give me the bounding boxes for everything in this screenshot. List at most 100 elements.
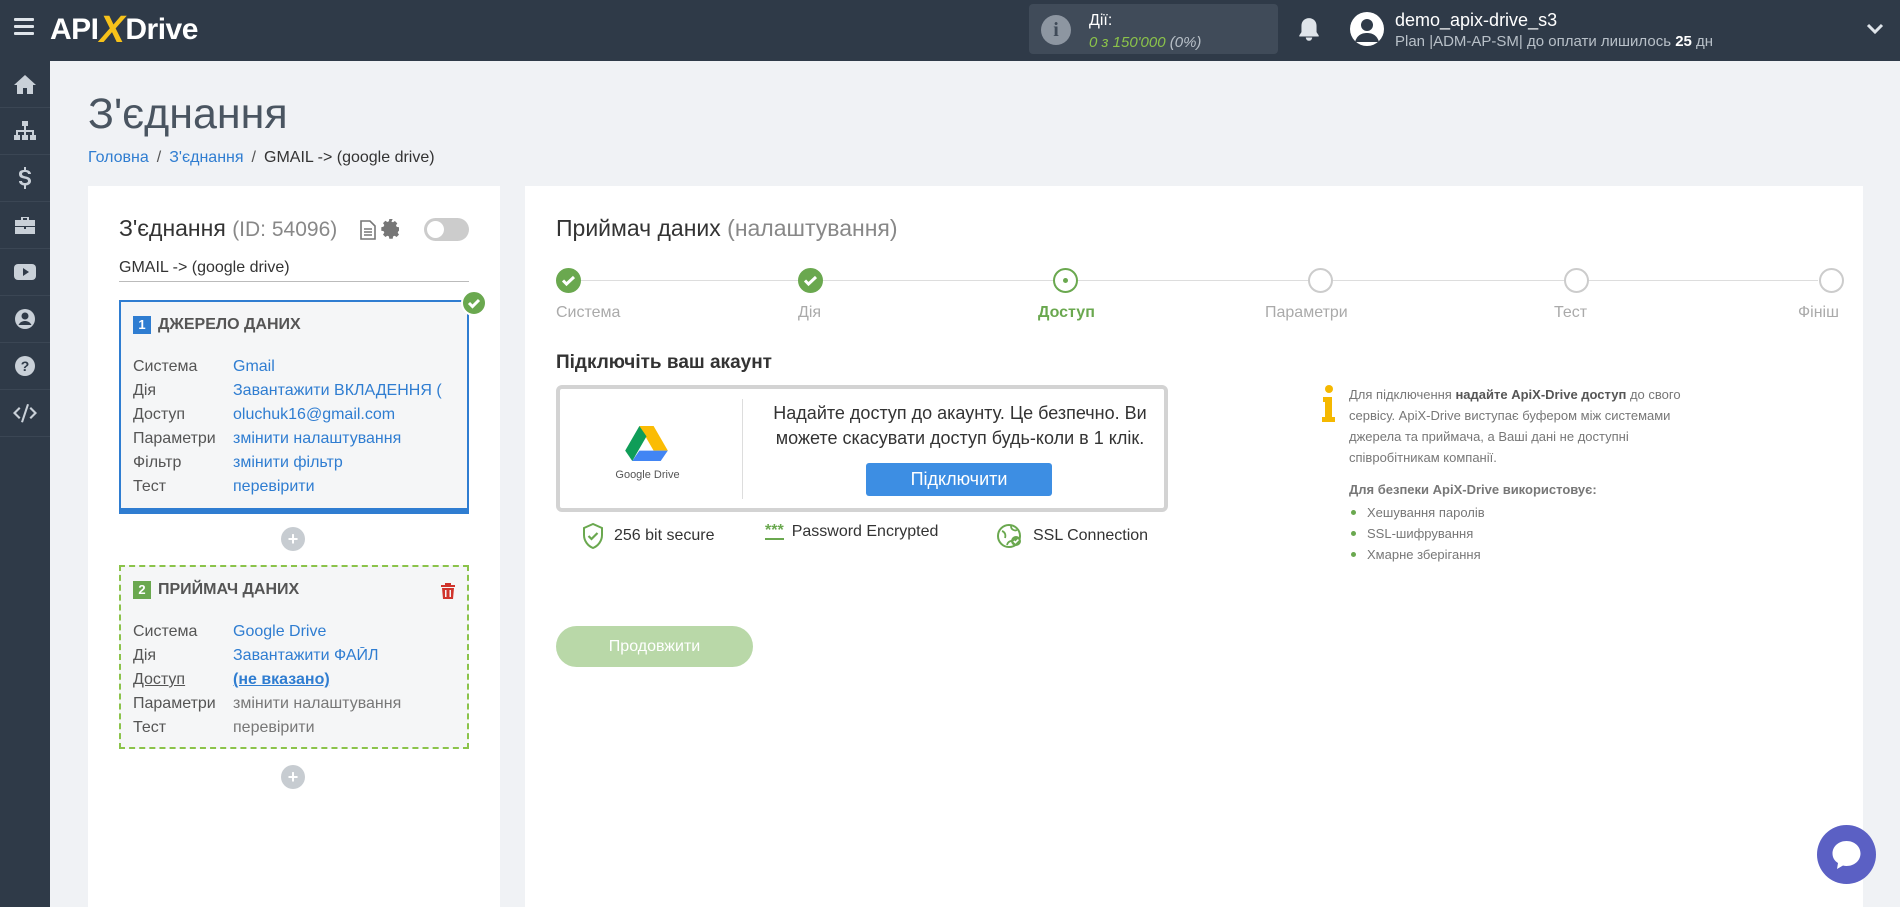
ssl-globe-icon: [997, 524, 1021, 548]
sidebar-item-home[interactable]: [0, 61, 50, 108]
breadcrumb-connections[interactable]: З'єднання: [169, 149, 243, 166]
info-icon: i: [1041, 15, 1071, 45]
logo[interactable]: API X Drive: [50, 8, 198, 51]
actions-counter: i Дії: 0 з 150'000 (0%): [1029, 4, 1278, 54]
source-action-link[interactable]: Завантажити ВКЛАДЕННЯ (: [233, 382, 458, 400]
step-done-icon: [798, 268, 823, 293]
avatar[interactable]: [1350, 12, 1384, 46]
source-filter-link[interactable]: змінити фільтр: [233, 454, 458, 472]
google-drive-icon: [625, 425, 668, 461]
sidebar-item-help[interactable]: ?: [0, 343, 50, 390]
source-heading-text: ДЖЕРЕЛО ДАНИХ: [158, 316, 301, 333]
source-params-link[interactable]: змінити налаштування: [233, 430, 458, 448]
breadcrumb: Головна / З'єднання / GMAIL -> (google drive…: [88, 149, 435, 167]
gear-icon[interactable]: [381, 219, 401, 239]
chat-button[interactable]: [1817, 825, 1876, 884]
sidebar-item-code[interactable]: [0, 390, 50, 437]
step-label: Дія: [798, 304, 822, 321]
top-bar: API X Drive i Дії: 0 з 150'000 (0%) demo_a…: [0, 0, 1900, 61]
continue-button[interactable]: Продовжити: [556, 626, 753, 667]
connection-title-text: З'єднання: [119, 215, 226, 241]
source-block[interactable]: 1 ДЖЕРЕЛО ДАНИХ Система Gmail Дія Завантажи…: [119, 290, 487, 514]
help-icon: ?: [15, 356, 35, 376]
destination-access-link[interactable]: (не вказано): [233, 671, 458, 689]
breadcrumb-separator: /: [156, 149, 162, 166]
info-security-list: Хешування паролів SSL-шифрування Хмарне …: [1349, 502, 1485, 565]
logo-x: X: [99, 8, 125, 51]
row-key: Доступ: [133, 406, 186, 423]
stepper-line: [568, 280, 1818, 281]
row-key: Дія: [133, 382, 157, 399]
destination-test-text: перевірити: [233, 719, 315, 736]
actions-count: 0 з 150'000: [1089, 34, 1166, 51]
user-name[interactable]: demo_apix-drive_s3: [1395, 10, 1557, 31]
home-icon: [14, 75, 36, 94]
check-icon: [461, 290, 487, 316]
receiver-subtitle: (налаштування): [727, 215, 898, 241]
sidebar-item-video[interactable]: [0, 249, 50, 296]
actions-percent: (0%): [1169, 34, 1202, 51]
user-avatar-icon: [1355, 19, 1379, 42]
step-label: Фініш: [1798, 304, 1839, 321]
breadcrumb-current: GMAIL -> (google drive): [264, 149, 435, 166]
sitemap-icon: [14, 121, 36, 140]
source-row-action: Дія Завантажити ВКЛАДЕННЯ (: [133, 382, 458, 400]
list-item: Хмарне зберігання: [1349, 544, 1485, 565]
google-drive-label: Google Drive: [615, 469, 680, 481]
breadcrumb-home[interactable]: Головна: [88, 149, 149, 166]
sidebar: ?: [0, 61, 50, 907]
connection-toggle[interactable]: [424, 218, 469, 241]
step-label: Система: [556, 304, 621, 321]
connection-name-input[interactable]: GMAIL -> (google drive): [119, 259, 469, 282]
step-active-icon: [1053, 268, 1078, 293]
source-system-link[interactable]: Gmail: [233, 358, 458, 376]
actions-value: 0 з 150'000 (0%): [1089, 34, 1201, 51]
source-row-filter: Фільтр змінити фільтр: [133, 454, 458, 472]
security-password-text: Password Encrypted: [791, 523, 939, 540]
menu-icon[interactable]: [14, 18, 34, 38]
add-step-button[interactable]: +: [281, 765, 305, 789]
info-text-bold: надайте ApiX-Drive доступ: [1455, 387, 1627, 402]
sidebar-item-profile[interactable]: [0, 296, 50, 343]
sidebar-item-briefcase[interactable]: [0, 202, 50, 249]
source-access-link[interactable]: oluchuk16@gmail.com: [233, 406, 458, 424]
connection-title: З'єднання (ID: 54096): [119, 215, 337, 242]
step-finish: Фініш: [1798, 268, 1844, 321]
check-icon: [803, 275, 818, 287]
receiver-title-text: Приймач даних: [556, 215, 721, 241]
add-step-button[interactable]: +: [281, 527, 305, 551]
step-action[interactable]: Дія: [798, 268, 823, 321]
receiver-title: Приймач даних (налаштування): [556, 215, 898, 242]
document-icon[interactable]: [360, 220, 376, 240]
destination-heading-text: ПРИЙМАЧ ДАНИХ: [158, 581, 300, 598]
progress-stepper: Система Дія Доступ Параметри Тест Фініш: [556, 268, 1844, 328]
step-test: Тест: [1554, 268, 1589, 321]
destination-action-link[interactable]: Завантажити ФАЙЛ: [233, 647, 458, 665]
destination-block[interactable]: 2 ПРИЙМАЧ ДАНИХ Система Google Drive Дія За…: [119, 565, 469, 749]
plan-unit: дн: [1691, 33, 1714, 50]
connect-button[interactable]: Підключити: [866, 463, 1052, 496]
step-label: Тест: [1554, 304, 1588, 321]
info-text: Для підключення надайте ApiX-Drive досту…: [1349, 384, 1709, 468]
youtube-icon: [14, 264, 36, 280]
sidebar-item-billing[interactable]: [0, 155, 50, 202]
destination-heading: 2 ПРИЙМАЧ ДАНИХ: [133, 581, 299, 599]
step-pending-icon: [1308, 268, 1333, 293]
row-key: Система: [133, 623, 198, 640]
source-test-link[interactable]: перевірити: [233, 478, 458, 496]
sidebar-item-connections[interactable]: [0, 108, 50, 155]
step-access[interactable]: Доступ: [1038, 268, 1095, 321]
plan-days: 25: [1675, 33, 1692, 50]
shield-icon: [583, 523, 603, 549]
user-icon: [15, 309, 35, 329]
bell-icon[interactable]: [1296, 16, 1322, 44]
list-item: SSL-шифрування: [1349, 523, 1485, 544]
source-heading: 1 ДЖЕРЕЛО ДАНИХ: [133, 316, 301, 334]
page-title: З'єднання: [88, 90, 288, 138]
connection-id: (ID: 54096): [232, 218, 338, 241]
step-system[interactable]: Система: [556, 268, 620, 321]
security-256bit-text: 256 bit secure: [614, 527, 715, 544]
chevron-down-icon[interactable]: [1866, 22, 1884, 36]
trash-icon[interactable]: [440, 582, 456, 600]
destination-system-link[interactable]: Google Drive: [233, 623, 458, 641]
